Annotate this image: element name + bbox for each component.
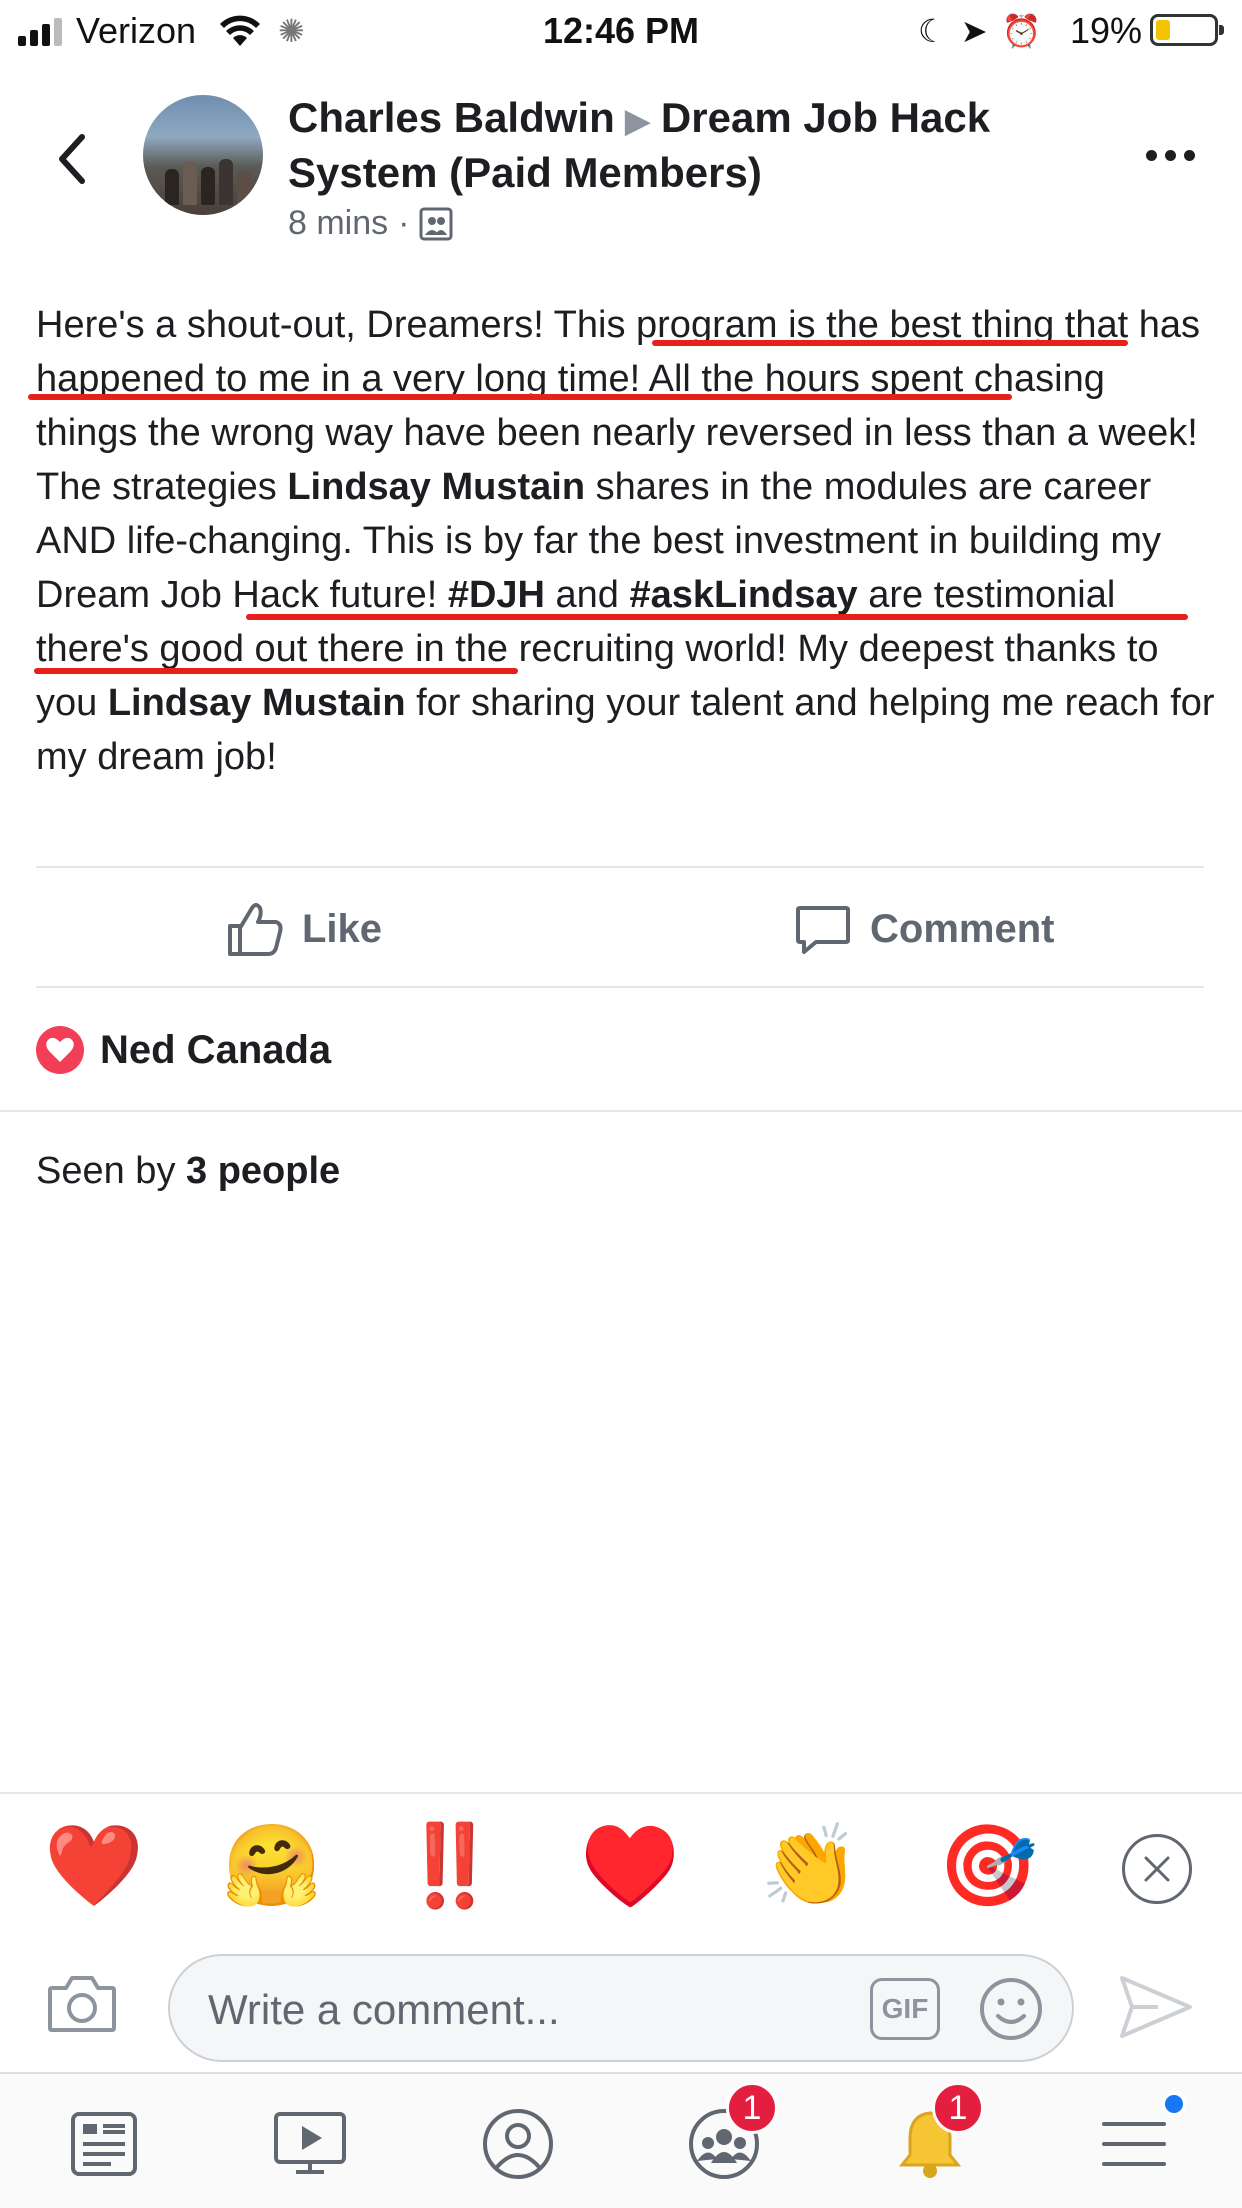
seen-by[interactable]: Seen by 3 people [36, 1150, 340, 1193]
like-label: Like [302, 906, 383, 951]
status-icons: ☾ ➤ ⏰ [918, 12, 1041, 50]
underline-annotation [34, 668, 518, 674]
smiley-icon [980, 1978, 1042, 2040]
post-body: Here's a shout-out, Dreamers! This progr… [36, 298, 1216, 784]
underline-annotation [652, 340, 1128, 346]
watch-icon [274, 2112, 346, 2174]
heart-icon [36, 1026, 84, 1074]
menu-new-dot [1162, 2092, 1186, 2116]
news-feed-icon [71, 2112, 137, 2176]
activity-spinner-icon: ✺ [278, 13, 305, 49]
battery-icon [1150, 14, 1224, 46]
profile-icon [483, 2109, 553, 2179]
mention-lindsay-mustain[interactable]: Lindsay Mustain [108, 682, 406, 724]
hashtag-asklindsay[interactable]: #askLindsay [630, 574, 858, 616]
notifications-badge: 1 [932, 2082, 984, 2134]
tab-groups[interactable]: 1 [674, 2082, 778, 2184]
author-name[interactable]: Charles Baldwin [288, 94, 615, 141]
comment-input[interactable]: Write a comment... GIF [168, 1954, 1074, 2062]
wifi-icon [218, 10, 262, 55]
tab-watch[interactable] [260, 2104, 360, 2184]
post-meta: 8 mins · [288, 204, 453, 243]
author-avatar[interactable] [143, 95, 263, 215]
menu-icon [1102, 2122, 1166, 2166]
seen-by-count: 3 people [186, 1150, 341, 1192]
divider [36, 986, 1204, 988]
tab-menu[interactable] [1084, 2092, 1186, 2184]
seen-by-prefix: Seen by [36, 1150, 186, 1192]
post-text-segment: and [544, 574, 630, 616]
battery-percentage: 19% [1070, 10, 1143, 51]
emoji-heart-suit[interactable]: ♥️ [580, 1816, 680, 1916]
reactor-names: Ned Canada [100, 1027, 332, 1072]
meta-separator: · [398, 204, 410, 242]
send-button[interactable] [1118, 1974, 1194, 2045]
post-header-title: Charles Baldwin ▶ Dream Job Hack System (P… [288, 92, 1048, 199]
carrier-name: Verizon [76, 10, 197, 51]
emoji-red-heart[interactable]: ❤️ [44, 1816, 144, 1916]
post-text-segment: Here's a shout-out, Dreamers! [36, 304, 554, 346]
cell-signal-icon [18, 18, 62, 46]
emoji-clapping-hands[interactable]: 👏 [760, 1816, 860, 1916]
dismiss-emoji-button[interactable] [1122, 1834, 1192, 1904]
emoji-hugging-face[interactable]: 🤗 [222, 1816, 322, 1916]
send-icon [1120, 1976, 1192, 2038]
do-not-disturb-icon: ☾ [918, 13, 947, 49]
thumbs-up-icon [228, 903, 283, 956]
tab-profile[interactable] [468, 2104, 568, 2184]
reactions-summary[interactable]: Ned Canada [36, 1026, 331, 1074]
comment-icon [796, 906, 850, 954]
divider [36, 866, 1204, 868]
mention-lindsay-mustain[interactable]: Lindsay Mustain [287, 466, 585, 508]
more-options-button[interactable] [1140, 140, 1200, 170]
emoji-double-exclamation[interactable]: ‼️ [400, 1816, 500, 1916]
play-arrow-icon: ▶ [624, 102, 651, 140]
tab-news-feed[interactable] [54, 2104, 154, 2184]
comment-label: Comment [870, 906, 1055, 951]
location-icon: ➤ [960, 13, 988, 49]
group-icon [419, 207, 453, 240]
chevron-left-icon [59, 134, 85, 184]
underline-annotation [246, 614, 1188, 620]
post-text-segment [437, 574, 448, 616]
comment-placeholder: Write a comment... [208, 1986, 560, 2033]
comment-composer: Write a comment... GIF [0, 1942, 1242, 2072]
post-timestamp[interactable]: 8 mins [288, 204, 388, 243]
close-icon [1144, 1856, 1170, 1882]
tab-notifications[interactable]: 1 [880, 2082, 984, 2184]
camera-button[interactable] [46, 1972, 118, 2041]
emoji-direct-hit[interactable]: 🎯 [938, 1816, 1038, 1916]
gif-button[interactable]: GIF [870, 1978, 940, 2040]
bottom-tab-bar: 1 1 [0, 2072, 1242, 2208]
back-button[interactable] [46, 124, 96, 194]
camera-icon [48, 1976, 116, 2032]
groups-badge: 1 [726, 2082, 778, 2134]
underline-annotation [28, 394, 1012, 400]
like-button[interactable]: Like [226, 900, 382, 958]
divider [0, 1110, 1242, 1112]
sticker-button[interactable] [978, 1976, 1044, 2047]
alarm-icon: ⏰ [1001, 13, 1042, 49]
status-bar: Verizon ✺ 12:46 PM ☾ ➤ ⏰ 19% [0, 0, 1242, 62]
emoji-suggestion-bar: ❤️ 🤗 ‼️ ♥️ 👏 🎯 [0, 1792, 1242, 1942]
hashtag-djh[interactable]: #DJH [448, 574, 545, 616]
comment-button[interactable]: Comment [794, 900, 1054, 958]
